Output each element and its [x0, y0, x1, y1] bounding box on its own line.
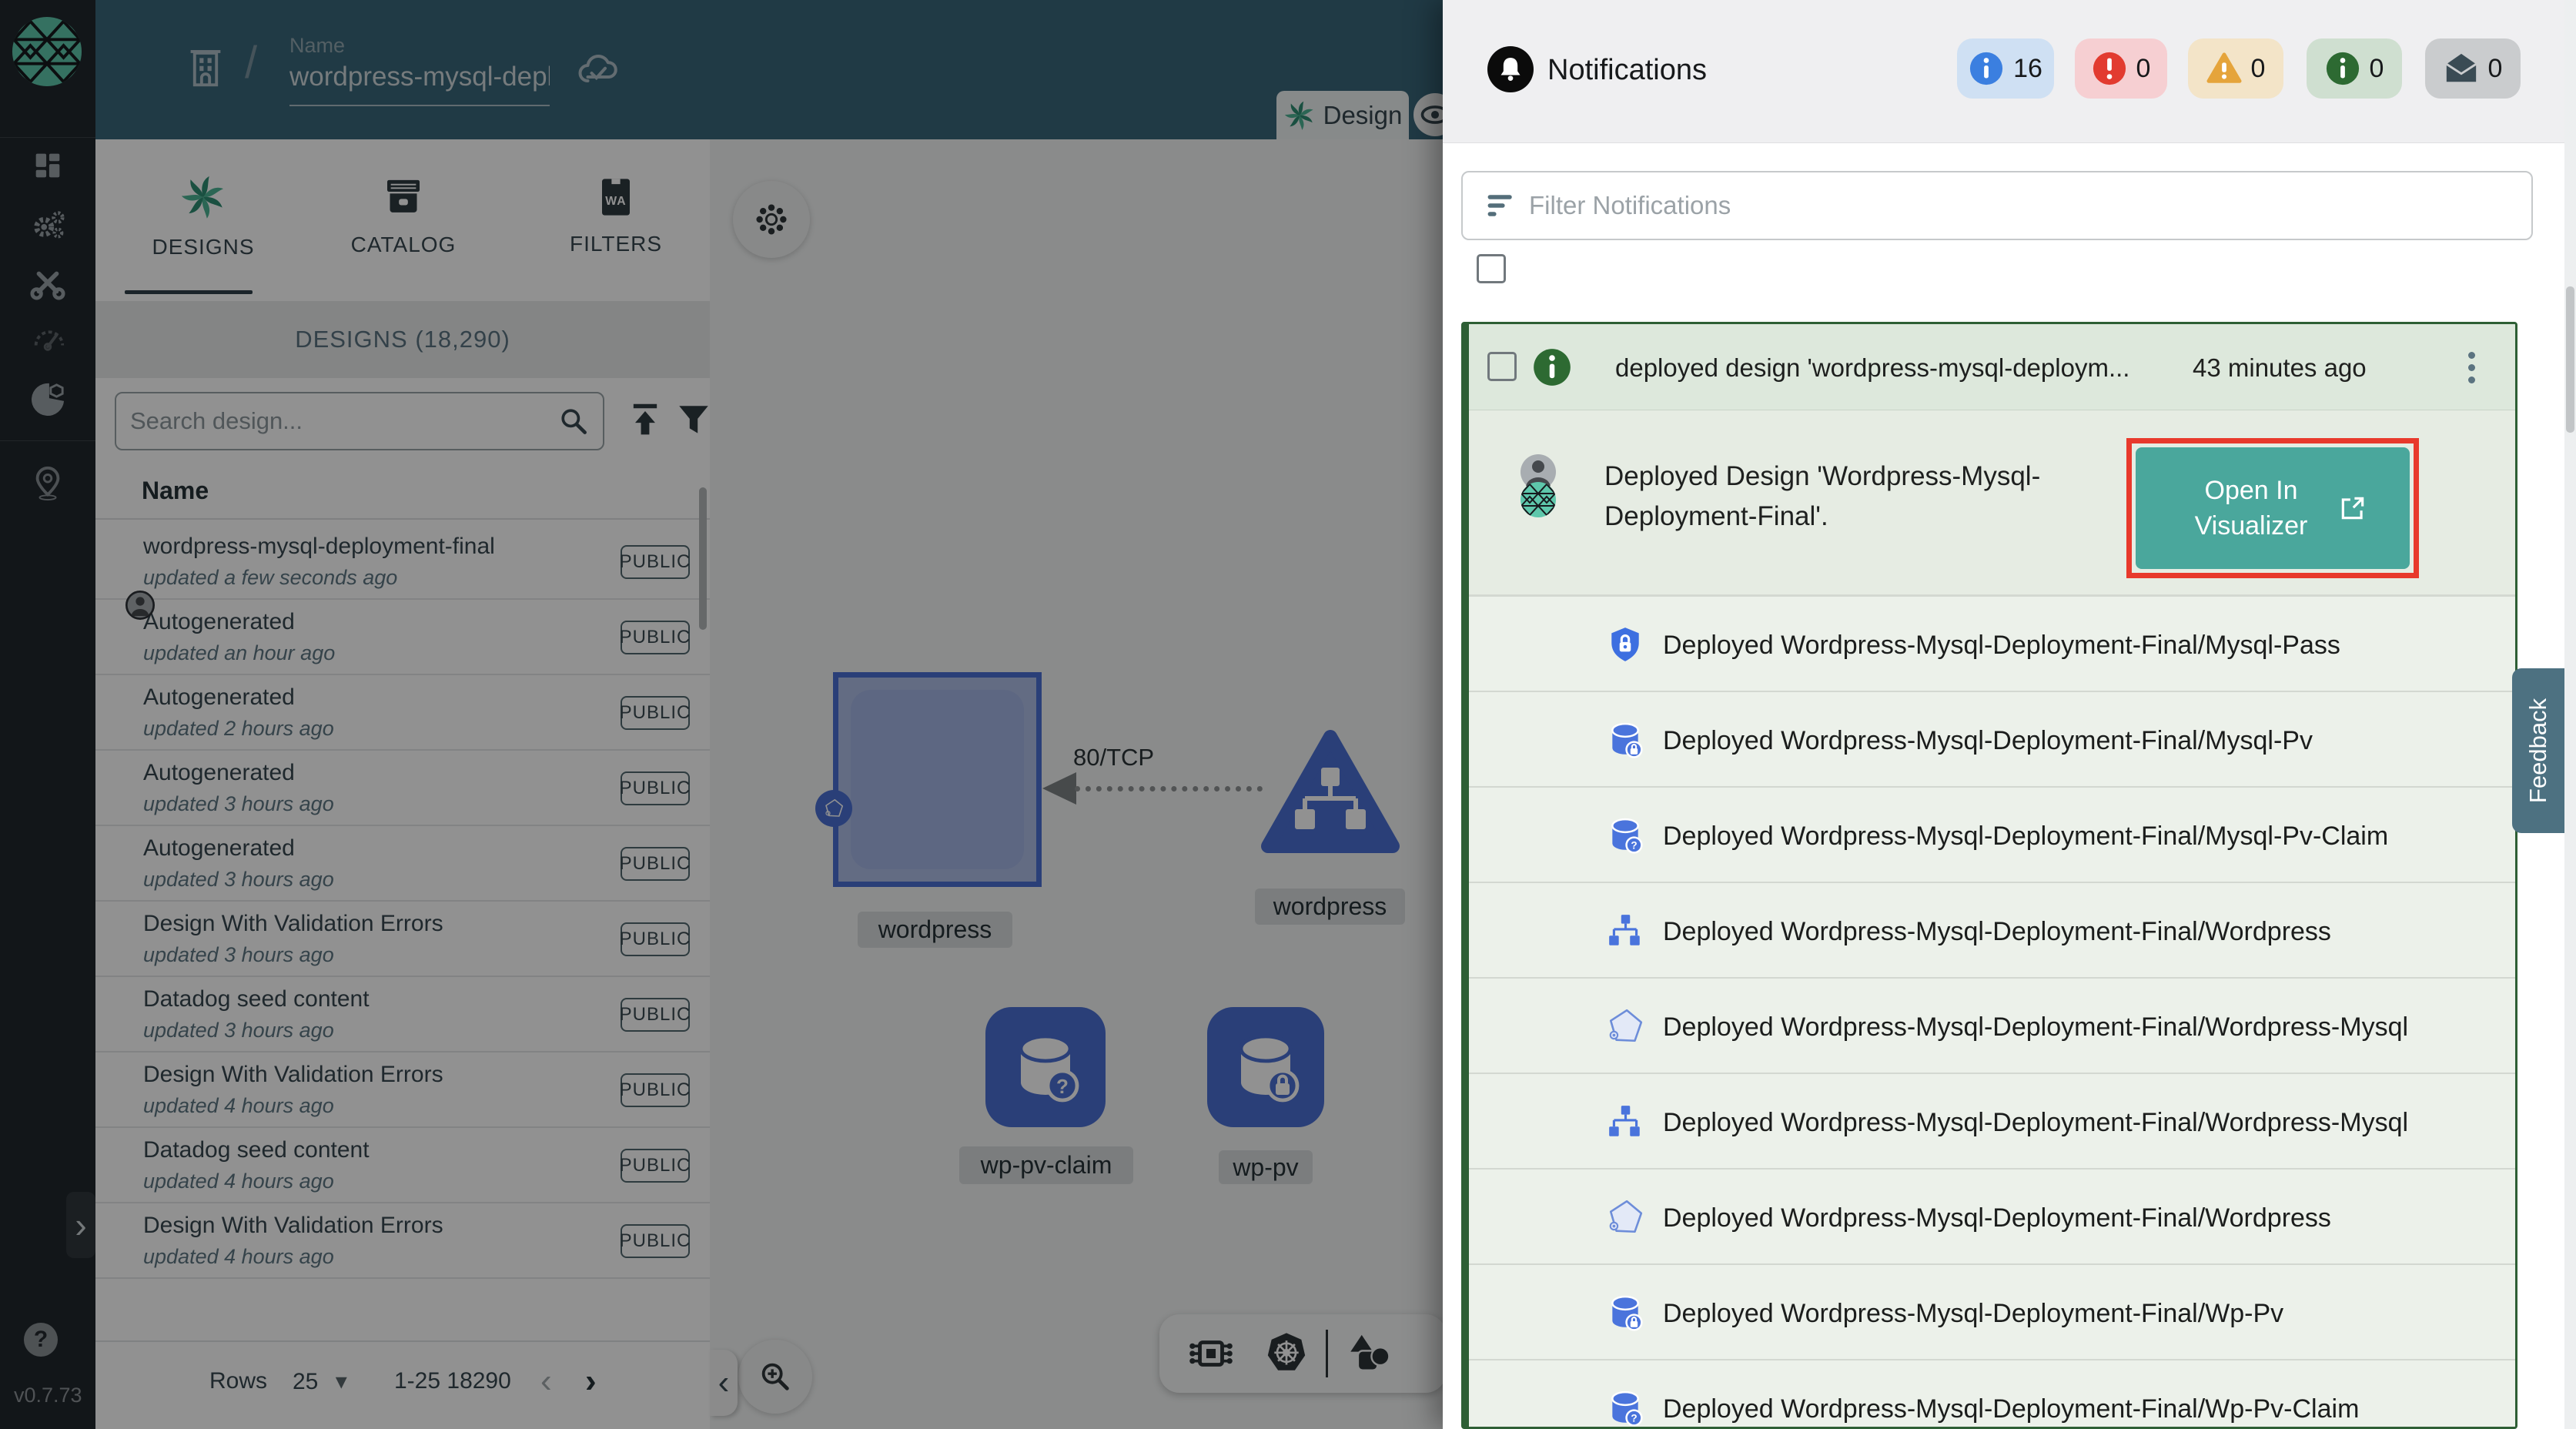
info-circle-icon — [1969, 51, 2004, 86]
notification-checkbox[interactable] — [1487, 352, 1517, 381]
notification-item[interactable]: Deployed Wordpress-Mysql-Deployment-Fina… — [1469, 882, 2515, 977]
notification-item[interactable]: Deployed Wordpress-Mysql-Deployment-Fina… — [1469, 691, 2515, 786]
error-count-badge[interactable]: 0 — [2075, 38, 2167, 99]
meshery-avatar — [1520, 481, 1557, 518]
filter-notifications-box — [1461, 171, 2533, 240]
secret-shield-lock-icon — [1606, 625, 1644, 664]
notification-item[interactable]: Deployed Wordpress-Mysql-Deployment-Fina… — [1469, 1359, 2515, 1429]
pod-pentagon-icon — [1606, 1198, 1644, 1237]
success-circle-icon — [2325, 51, 2360, 86]
highlight-annotation-box — [2126, 438, 2419, 578]
warning-triangle-icon — [2206, 51, 2242, 86]
bell-icon — [1487, 46, 1534, 92]
notification-summary-row[interactable]: deployed design 'wordpress-mysql-deploym… — [1469, 324, 2515, 410]
envelope-icon — [2444, 51, 2479, 86]
service-tree-icon — [1606, 1103, 1644, 1141]
notification-item[interactable]: Deployed Wordpress-Mysql-Deployment-Fina… — [1469, 977, 2515, 1073]
drawer-scrollbar-track[interactable] — [2564, 0, 2576, 1429]
service-tree-icon — [1606, 912, 1644, 950]
success-count-badge[interactable]: 0 — [2307, 38, 2402, 99]
read-count-badge[interactable]: 0 — [2425, 38, 2521, 99]
notification-item[interactable]: Deployed Wordpress-Mysql-Deployment-Fina… — [1469, 1263, 2515, 1359]
notification-item[interactable]: Deployed Wordpress-Mysql-Deployment-Fina… — [1469, 1168, 2515, 1263]
notification-card: deployed design 'wordpress-mysql-deploym… — [1461, 322, 2517, 1429]
volume-lock-icon — [1606, 721, 1644, 759]
error-circle-icon — [2092, 51, 2127, 86]
info-circle-icon — [1532, 347, 1572, 387]
volume-claim-icon — [1606, 1389, 1644, 1427]
volume-claim-icon — [1606, 816, 1644, 855]
notification-time: 43 minutes ago — [2193, 353, 2367, 383]
notification-description: Deployed Design 'Wordpress-Mysql-Deploym… — [1604, 457, 2066, 537]
notification-item[interactable]: Deployed Wordpress-Mysql-Deployment-Fina… — [1469, 1073, 2515, 1168]
volume-lock-icon — [1606, 1293, 1644, 1332]
notifications-title: Notifications — [1547, 54, 1707, 87]
notification-item[interactable]: Deployed Wordpress-Mysql-Deployment-Fina… — [1469, 786, 2515, 882]
notification-item[interactable]: Deployed Wordpress-Mysql-Deployment-Fina… — [1469, 595, 2515, 691]
info-count-badge[interactable]: 16 — [1957, 38, 2054, 99]
select-all-checkbox[interactable] — [1477, 254, 1506, 283]
filter-lines-icon — [1484, 189, 1518, 223]
warning-count-badge[interactable]: 0 — [2188, 38, 2283, 99]
modal-backdrop[interactable] — [0, 0, 1443, 1429]
filter-notifications-input[interactable] — [1518, 191, 2531, 220]
notifications-drawer: Notifications 16 0 0 0 0 — [1443, 0, 2576, 1429]
kebab-menu-icon[interactable] — [2456, 347, 2487, 387]
notifications-header: Notifications 16 0 0 0 0 — [1443, 0, 2576, 143]
pod-pentagon-icon — [1606, 1007, 1644, 1046]
feedback-tab[interactable]: Feedback — [2512, 668, 2564, 833]
notification-summary: deployed design 'wordpress-mysql-deploym… — [1615, 353, 2129, 383]
drawer-scrollbar-thumb[interactable] — [2566, 286, 2574, 433]
